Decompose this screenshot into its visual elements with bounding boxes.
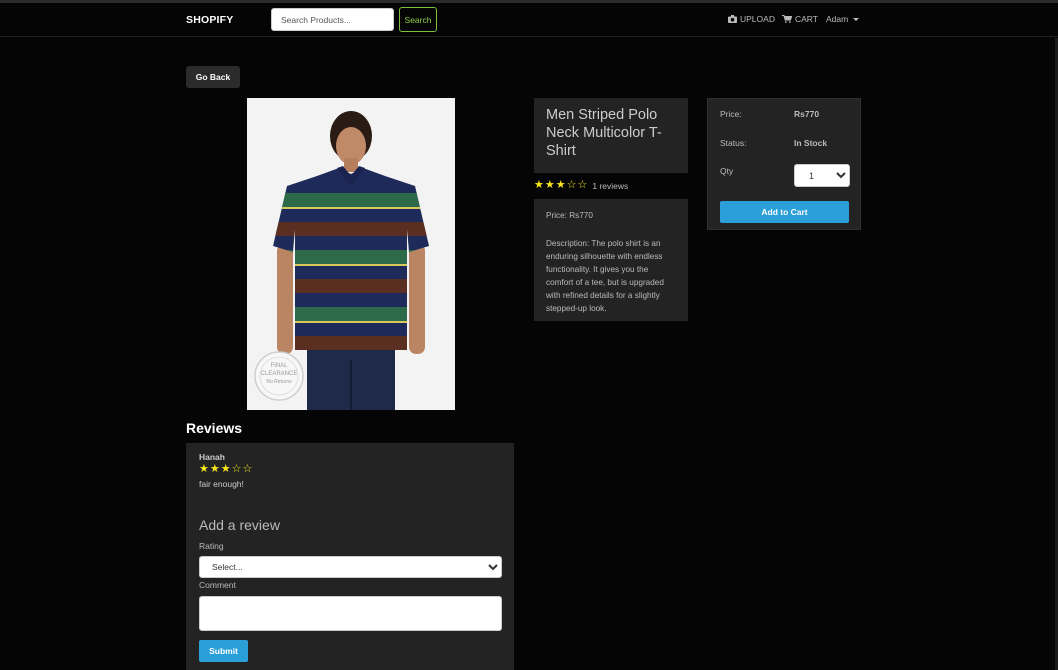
search-input[interactable] xyxy=(271,8,394,31)
review-rating-stars: ★ ★ ★ ☆ ☆ xyxy=(199,464,252,475)
badge-line-1: FINAL xyxy=(270,363,288,369)
price-label: Price: xyxy=(720,109,742,119)
upload-label: UPLOAD xyxy=(740,14,775,24)
user-name: Adam xyxy=(826,14,849,24)
add-review-title: Add a review xyxy=(199,517,280,533)
cart-label: CART xyxy=(795,14,818,24)
reviews-panel: Hanah ★ ★ ★ ☆ ☆ fair enough! Add a revie… xyxy=(186,443,514,670)
clearance-badge-text: FINAL CLEARANCE No Returns xyxy=(255,362,303,386)
product-description: Description: The polo shirt is an enduri… xyxy=(546,239,664,313)
search-button[interactable]: Search xyxy=(399,7,437,32)
star-empty-icon: ☆ xyxy=(566,179,577,191)
qty-select[interactable]: 1 xyxy=(794,164,850,187)
add-to-cart-button[interactable]: Add to Cart xyxy=(720,201,849,223)
product-image: FINAL CLEARANCE No Returns xyxy=(247,98,455,410)
user-menu-dropdown[interactable]: Adam xyxy=(826,14,860,24)
review-author: Hanah xyxy=(199,452,225,462)
rating-select[interactable]: Select... xyxy=(199,556,502,578)
description-price: Price: Rs770 xyxy=(546,211,593,220)
star-full-icon: ★ xyxy=(544,179,555,191)
price-value: Rs770 xyxy=(794,109,820,119)
shopping-cart-icon xyxy=(782,15,792,23)
product-title-card: Men Striped Polo Neck Multicolor T-Shirt xyxy=(534,98,688,173)
star-empty-icon: ☆ xyxy=(577,179,588,191)
star-empty-icon: ☆ xyxy=(231,463,242,475)
navbar: SHOPIFY Search UPLOAD CART Adam xyxy=(0,3,1058,37)
product-description-card: Price: Rs770 Description: The polo shirt… xyxy=(534,199,688,321)
rating-label: Rating xyxy=(199,541,224,551)
star-full-icon: ★ xyxy=(199,463,209,475)
nav-cart-link[interactable]: CART xyxy=(782,14,818,24)
product-title: Men Striped Polo Neck Multicolor T-Shirt xyxy=(546,107,662,159)
status-label: Status: xyxy=(720,138,747,148)
badge-line-2: CLEARANCE xyxy=(260,371,298,377)
badge-line-3: No Returns xyxy=(266,379,292,385)
qty-label: Qty xyxy=(720,166,734,176)
status-value: In Stock xyxy=(794,138,828,148)
star-full-icon: ★ xyxy=(534,179,544,191)
camera-icon xyxy=(728,15,737,23)
brand-logo[interactable]: SHOPIFY xyxy=(186,14,234,26)
comment-label: Comment xyxy=(199,580,236,590)
rating-stars: ★ ★ ★ ☆ ☆ xyxy=(534,180,587,191)
submit-review-button[interactable]: Submit xyxy=(199,640,248,662)
caret-down-icon xyxy=(853,17,860,21)
star-full-icon: ★ xyxy=(555,179,566,191)
star-full-icon: ★ xyxy=(220,463,231,475)
review-comment: fair enough! xyxy=(199,479,244,489)
reviews-heading: Reviews xyxy=(186,420,243,436)
reviews-count: 1 reviews xyxy=(592,180,629,191)
purchase-card: Price: Rs770 Status: In Stock Qty 1 Add … xyxy=(707,98,861,230)
star-empty-icon: ☆ xyxy=(242,463,253,475)
star-full-icon: ★ xyxy=(209,463,220,475)
nav-upload-link[interactable]: UPLOAD xyxy=(728,14,775,24)
product-rating: ★ ★ ★ ☆ ☆ 1 reviews xyxy=(534,180,628,191)
go-back-button[interactable]: Go Back xyxy=(186,66,240,88)
comment-textarea[interactable] xyxy=(199,596,502,631)
